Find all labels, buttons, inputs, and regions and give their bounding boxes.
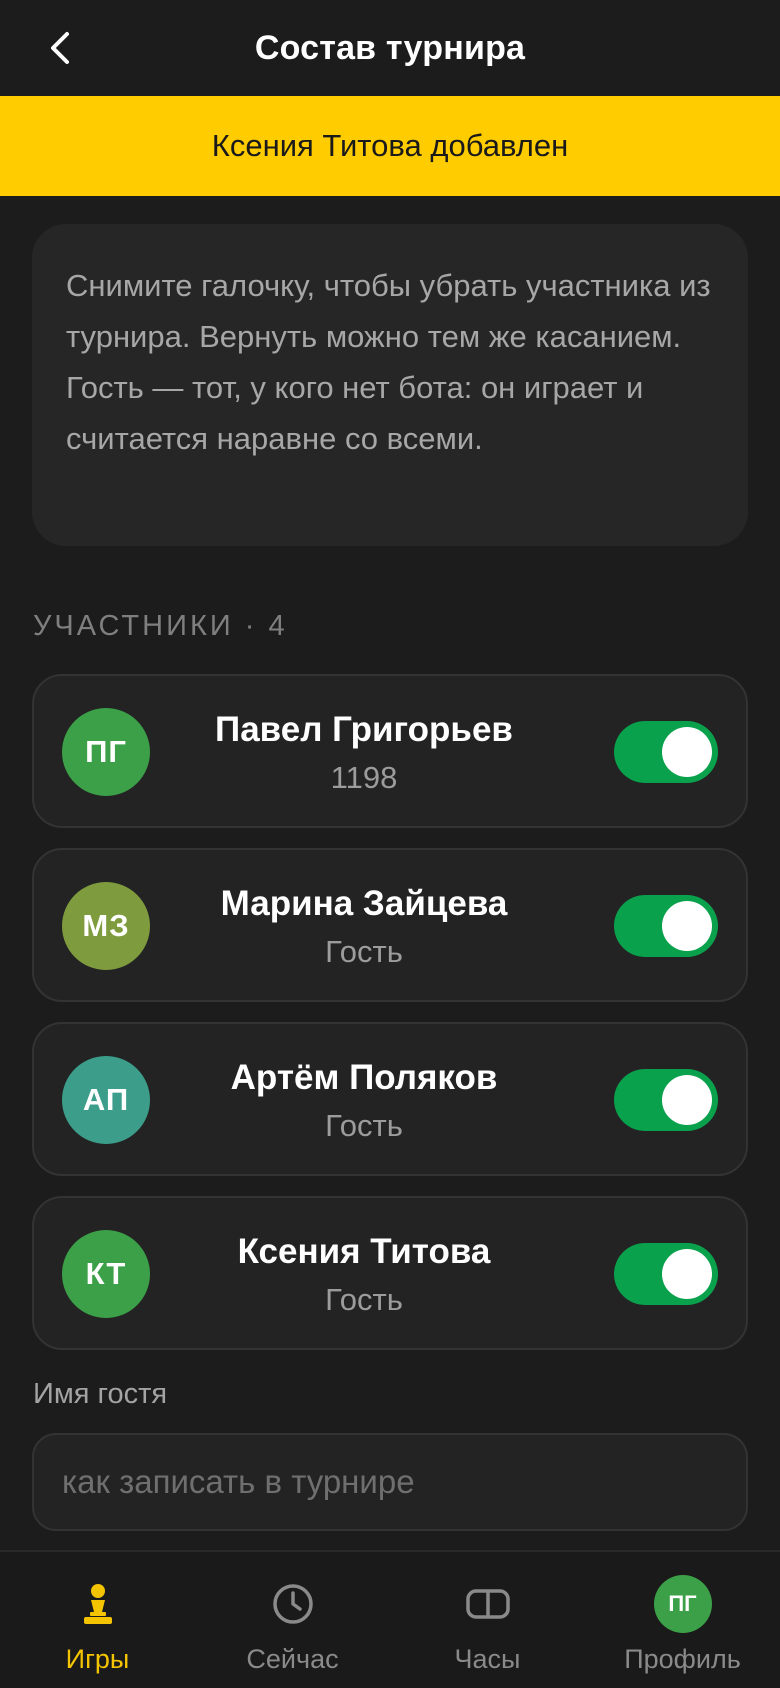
- participant-info: Павел Григорьев 1198: [174, 676, 554, 830]
- nav-item-profile[interactable]: ПГ Профиль: [585, 1552, 780, 1688]
- chess-clock-icon: [458, 1574, 518, 1634]
- guest-name-label: Имя гостя: [33, 1378, 168, 1410]
- avatar: ПГ: [62, 708, 150, 796]
- participant-guest-badge: Гость: [325, 934, 403, 969]
- header: Состав турнира: [0, 0, 780, 96]
- hint-card: Снимите галочку, чтобы убрать участника …: [32, 224, 748, 546]
- bottom-nav: Игры Сейчас Часы ПГ Профиль: [0, 1550, 780, 1688]
- toast-message: Ксения Титова добавлен: [211, 128, 569, 163]
- toggle-knob: [662, 1075, 712, 1125]
- nav-label: Часы: [454, 1644, 521, 1674]
- participant-toggle[interactable]: [614, 895, 718, 957]
- added-toast: Ксения Титова добавлен: [0, 96, 780, 196]
- participant-toggle[interactable]: [614, 1243, 718, 1305]
- toggle-knob: [662, 727, 712, 777]
- participant-name: Артём Поляков: [230, 1058, 498, 1097]
- participants-section-label: УЧАСТНИКИ · 4: [33, 610, 288, 642]
- nav-label: Игры: [65, 1644, 130, 1674]
- participant-toggle[interactable]: [614, 1069, 718, 1131]
- toggle-knob: [662, 1249, 712, 1299]
- page-title: Состав турнира: [254, 28, 526, 67]
- pawn-icon: [68, 1574, 128, 1634]
- participant-row[interactable]: КТ Ксения Титова Гость: [32, 1196, 748, 1350]
- nav-item-now[interactable]: Сейчас: [195, 1552, 390, 1688]
- participant-rating: 1198: [330, 760, 398, 795]
- profile-avatar: ПГ: [653, 1574, 713, 1634]
- participant-row[interactable]: МЗ Марина Зайцева Гость: [32, 848, 748, 1002]
- clock-icon: [263, 1574, 323, 1634]
- participant-row[interactable]: ПГ Павел Григорьев 1198: [32, 674, 748, 828]
- avatar: КТ: [62, 1230, 150, 1318]
- chevron-left-icon: [51, 32, 69, 64]
- nav-item-clock[interactable]: Часы: [390, 1552, 585, 1688]
- avatar: АП: [62, 1056, 150, 1144]
- participant-info: Артём Поляков Гость: [174, 1024, 554, 1178]
- nav-label: Сейчас: [246, 1644, 339, 1674]
- nav-item-games[interactable]: Игры: [0, 1552, 195, 1688]
- hint-text: Снимите галочку, чтобы убрать участника …: [66, 268, 711, 456]
- screen: Состав турнира Ксения Титова добавлен Сн…: [0, 0, 780, 1688]
- participant-guest-badge: Гость: [325, 1282, 403, 1317]
- participant-name: Ксения Титова: [237, 1232, 491, 1271]
- participant-guest-badge: Гость: [325, 1108, 403, 1143]
- participant-name: Марина Зайцева: [220, 884, 508, 923]
- avatar: МЗ: [62, 882, 150, 970]
- toggle-knob: [662, 901, 712, 951]
- participant-name: Павел Григорьев: [215, 710, 513, 749]
- guest-name-input[interactable]: [32, 1433, 748, 1531]
- participant-row[interactable]: АП Артём Поляков Гость: [32, 1022, 748, 1176]
- participant-info: Марина Зайцева Гость: [174, 850, 554, 1004]
- avatar: ПГ: [653, 1575, 712, 1633]
- participant-list: ПГ Павел Григорьев 1198 МЗ Марина Зайцев…: [32, 674, 748, 1350]
- participant-toggle[interactable]: [614, 721, 718, 783]
- nav-label: Профиль: [624, 1644, 741, 1674]
- participant-info: Ксения Титова Гость: [174, 1198, 554, 1352]
- back-button[interactable]: [30, 18, 90, 78]
